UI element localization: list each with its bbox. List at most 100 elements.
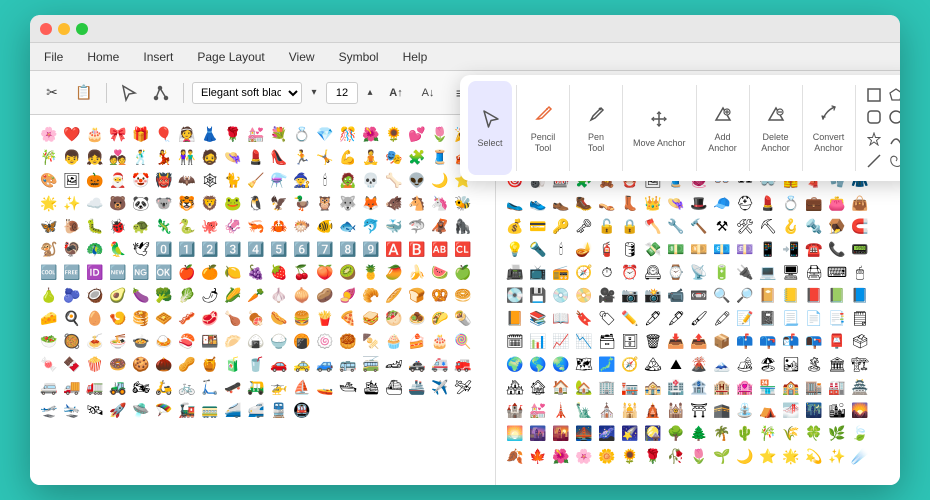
emoji-item[interactable]: 📼 xyxy=(688,284,710,306)
emoji-item[interactable]: 🍫 xyxy=(61,353,83,375)
emoji-item[interactable]: 🚂 xyxy=(176,399,198,421)
emoji-item[interactable]: 🖍 xyxy=(711,307,733,329)
emoji-item[interactable]: 🎀 xyxy=(107,123,129,145)
emoji-item[interactable]: 🏕 xyxy=(734,353,756,375)
emoji-item[interactable]: 🥮 xyxy=(337,330,359,352)
emoji-item[interactable]: ☎️ xyxy=(803,238,825,260)
emoji-item[interactable]: 🥥 xyxy=(84,284,106,306)
minimize-button[interactable] xyxy=(58,23,70,35)
emoji-item[interactable]: 🚲 xyxy=(176,376,198,398)
emoji-item[interactable]: 🍙 xyxy=(245,330,267,352)
emoji-item[interactable]: 🔍 xyxy=(711,284,733,306)
font-smaller[interactable]: A↓ xyxy=(414,79,442,107)
emoji-item[interactable]: 🗾 xyxy=(596,353,618,375)
emoji-item[interactable]: 🐢 xyxy=(130,215,152,237)
emoji-item[interactable]: 🐧 xyxy=(245,192,267,214)
emoji-item[interactable]: 🐛 xyxy=(84,215,106,237)
emoji-item[interactable]: 🛩 xyxy=(452,376,474,398)
emoji-item[interactable]: 🌋 xyxy=(688,353,710,375)
emoji-item[interactable]: 📤 xyxy=(688,330,710,352)
emoji-item[interactable]: 🆑 xyxy=(452,238,474,260)
emoji-item[interactable]: 💀 xyxy=(360,169,382,191)
emoji-item[interactable]: 👗 xyxy=(199,123,221,145)
emoji-item[interactable]: ❤️ xyxy=(61,123,83,145)
emoji-item[interactable]: 🥔 xyxy=(314,284,336,306)
emoji-item[interactable]: 🥓 xyxy=(176,307,198,329)
emoji-item[interactable]: 🚜 xyxy=(107,376,129,398)
emoji-item[interactable]: 🚃 xyxy=(199,399,221,421)
emoji-item[interactable]: ⛺ xyxy=(757,399,779,421)
emoji-item[interactable]: ☁️ xyxy=(84,192,106,214)
emoji-item[interactable]: 🏫 xyxy=(780,376,802,398)
emoji-item[interactable]: 🍐 xyxy=(38,284,60,306)
emoji-item[interactable]: 🧙 xyxy=(291,169,313,191)
emoji-item[interactable]: 🌰 xyxy=(153,353,175,375)
spiral-shape[interactable] xyxy=(886,151,900,171)
emoji-item[interactable]: 📃 xyxy=(780,307,802,329)
emoji-item[interactable]: 🎭 xyxy=(383,146,405,168)
close-button[interactable] xyxy=(40,23,52,35)
emoji-item[interactable]: 💽 xyxy=(504,284,526,306)
emoji-item[interactable]: 🛕 xyxy=(642,399,664,421)
emoji-item[interactable]: 💃 xyxy=(153,146,175,168)
emoji-item[interactable]: 🍲 xyxy=(130,330,152,352)
emoji-item[interactable]: 👜 xyxy=(849,192,871,214)
convert-anchor-button[interactable]: ConvertAnchor xyxy=(807,81,851,175)
emoji-item[interactable]: 🐙 xyxy=(199,215,221,237)
emoji-item[interactable]: 🍘 xyxy=(291,330,313,352)
emoji-item[interactable]: 🆖 xyxy=(130,261,152,283)
arc-shape[interactable] xyxy=(886,129,900,149)
emoji-item[interactable]: 🍗 xyxy=(222,307,244,329)
emoji-item[interactable]: 🧘 xyxy=(360,146,382,168)
emoji-item[interactable]: 🌭 xyxy=(268,307,290,329)
emoji-item[interactable]: 🛥 xyxy=(337,376,359,398)
emoji-item[interactable]: 🔒 xyxy=(619,215,641,237)
emoji-item[interactable]: 🐺 xyxy=(337,192,359,214)
emoji-item[interactable]: 🧲 xyxy=(849,215,871,237)
emoji-item[interactable]: 🥝 xyxy=(337,261,359,283)
emoji-item[interactable]: 🖥 xyxy=(780,261,802,283)
emoji-item[interactable]: 🚅 xyxy=(245,399,267,421)
emoji-item[interactable]: 🌮 xyxy=(429,307,451,329)
emoji-item[interactable]: 🦃 xyxy=(61,238,83,260)
emoji-item[interactable]: 🗼 xyxy=(550,399,572,421)
emoji-item[interactable]: 🍱 xyxy=(199,330,221,352)
emoji-item[interactable]: 🧆 xyxy=(406,307,428,329)
emoji-item[interactable]: 📙 xyxy=(504,307,526,329)
emoji-item[interactable]: 🖌 xyxy=(688,307,710,329)
emoji-item[interactable]: 👛 xyxy=(826,192,848,214)
emoji-item[interactable]: 🍉 xyxy=(429,261,451,283)
emoji-item[interactable]: 🍭 xyxy=(452,330,474,352)
emoji-item[interactable]: 👧 xyxy=(84,146,106,168)
emoji-item[interactable]: 🏰 xyxy=(504,399,526,421)
star-shape[interactable] xyxy=(864,129,884,149)
emoji-item[interactable]: 🦅 xyxy=(268,192,290,214)
move-anchor-button[interactable]: Move Anchor xyxy=(627,81,692,175)
emoji-item[interactable]: 👟 xyxy=(527,192,549,214)
emoji-item[interactable]: 🐸 xyxy=(222,192,244,214)
emoji-item[interactable]: 🐈 xyxy=(222,169,244,191)
emoji-item[interactable]: 🥖 xyxy=(383,284,405,306)
emoji-item[interactable]: 🍊 xyxy=(199,261,221,283)
emoji-item[interactable]: 🛵 xyxy=(153,376,175,398)
emoji-item[interactable]: 🚗 xyxy=(268,353,290,375)
emoji-item[interactable]: 🚑 xyxy=(429,353,451,375)
emoji-item[interactable]: 🌺 xyxy=(550,445,572,467)
emoji-item[interactable]: 🖨 xyxy=(803,261,825,283)
emoji-item[interactable]: 🌲 xyxy=(688,422,710,444)
emoji-item[interactable]: 🏨 xyxy=(711,376,733,398)
emoji-item[interactable]: 💑 xyxy=(107,146,129,168)
emoji-item[interactable]: 🦊 xyxy=(360,192,382,214)
emoji-item[interactable]: 🏙 xyxy=(826,399,848,421)
emoji-item[interactable]: 🦴 xyxy=(383,169,405,191)
emoji-item[interactable]: 🌄 xyxy=(849,399,871,421)
emoji-item[interactable]: 🍁 xyxy=(527,445,549,467)
emoji-item[interactable]: 📞 xyxy=(826,238,848,260)
emoji-item[interactable]: 👦 xyxy=(61,146,83,168)
emoji-item[interactable]: 🐌 xyxy=(61,215,83,237)
emoji-item[interactable]: 🍍 xyxy=(360,261,382,283)
emoji-item[interactable]: 🦀 xyxy=(268,215,290,237)
emoji-item[interactable]: 🧃 xyxy=(222,353,244,375)
emoji-item[interactable]: 🪔 xyxy=(573,238,595,260)
emoji-item[interactable]: 🍂 xyxy=(504,445,526,467)
